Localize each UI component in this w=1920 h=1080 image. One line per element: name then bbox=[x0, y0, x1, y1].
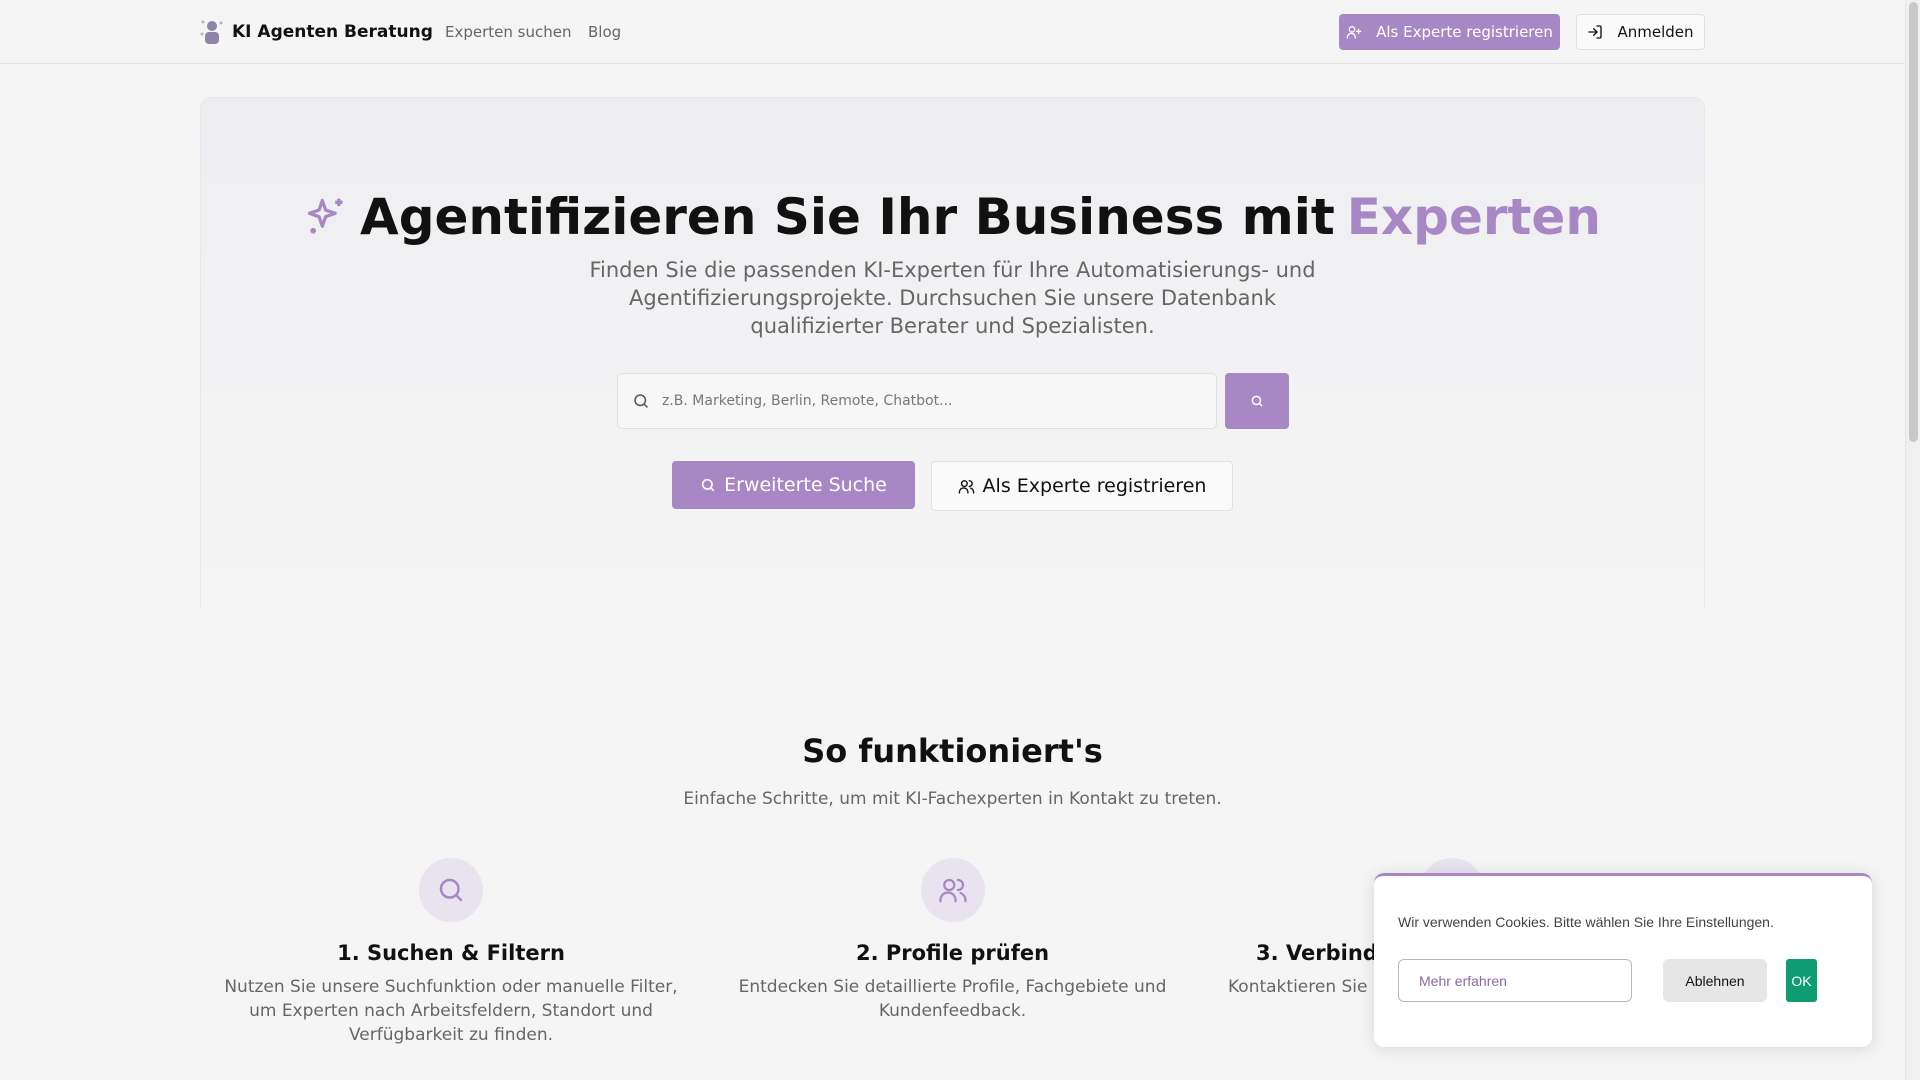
step-title: 2. Profile prüfen bbox=[855, 941, 1050, 965]
page-scrollbar[interactable] bbox=[1905, 0, 1920, 1080]
advanced-search-button[interactable]: Erweiterte Suche bbox=[672, 461, 915, 509]
nav-blog[interactable]: Blog bbox=[588, 23, 621, 41]
cookie-learn-more-button[interactable]: Mehr erfahren bbox=[1398, 959, 1632, 1002]
hero-section bbox=[200, 97, 1705, 607]
search-icon bbox=[1251, 395, 1263, 407]
hero-title-accent: Experten bbox=[1346, 188, 1601, 246]
search-input[interactable] bbox=[662, 393, 1182, 409]
search-field[interactable] bbox=[617, 373, 1217, 429]
search-submit-button[interactable] bbox=[1225, 373, 1289, 429]
step-text: Entdecken Sie detaillierte Profile, Fach… bbox=[738, 977, 1167, 1021]
brand-name: KI Agenten Beratung bbox=[232, 22, 433, 42]
user-plus-icon bbox=[1346, 26, 1362, 39]
cookie-accept-button[interactable]: OK bbox=[1786, 959, 1817, 1002]
how-it-works-title: So funktioniert's bbox=[802, 732, 1103, 770]
top-navigation-bar: KI Agenten Beratung Experten suchen Blog… bbox=[0, 0, 1905, 64]
header-login-button[interactable]: Anmelden bbox=[1576, 14, 1705, 50]
brand-logo-link[interactable]: KI Agenten Beratung bbox=[200, 19, 433, 45]
search-icon bbox=[701, 478, 715, 492]
users-icon bbox=[938, 878, 967, 903]
search-icon bbox=[634, 394, 648, 408]
hero-subtitle: Finden Sie die passenden KI-Experten für… bbox=[589, 258, 1316, 338]
step-text: Nutzen Sie unsere Suchfunktion oder manu… bbox=[224, 977, 678, 1045]
cookie-consent-banner: Wir verwenden Cookies. Bitte wählen Sie … bbox=[1374, 873, 1872, 1047]
step-card-profiles: 2. Profile prüfen Entdecken Sie detailli… bbox=[736, 858, 1169, 1023]
sparkles-icon bbox=[307, 198, 343, 234]
hero-register-button[interactable]: Als Experte registrieren bbox=[931, 461, 1233, 511]
users-icon bbox=[958, 479, 974, 494]
nav-experten-suchen[interactable]: Experten suchen bbox=[445, 23, 571, 41]
search-icon bbox=[439, 878, 463, 902]
header-register-button[interactable]: Als Experte registrieren bbox=[1339, 14, 1560, 50]
step-card-search: 1. Suchen & Filtern Nutzen Sie unsere Su… bbox=[212, 858, 690, 1047]
hero-title: Agentifizieren Sie Ihr Business mit Expe… bbox=[0, 188, 1905, 246]
scrollbar-thumb[interactable] bbox=[1909, 2, 1918, 442]
how-it-works-subtitle: Einfache Schritte, um mit KI-Fachexperte… bbox=[683, 789, 1222, 809]
cookie-decline-button[interactable]: Ablehnen bbox=[1663, 959, 1767, 1002]
cookie-message: Wir verwenden Cookies. Bitte wählen Sie … bbox=[1398, 914, 1774, 930]
login-icon bbox=[1588, 25, 1603, 39]
step-title: 1. Suchen & Filtern bbox=[337, 941, 565, 965]
robot-logo-icon bbox=[200, 20, 223, 44]
